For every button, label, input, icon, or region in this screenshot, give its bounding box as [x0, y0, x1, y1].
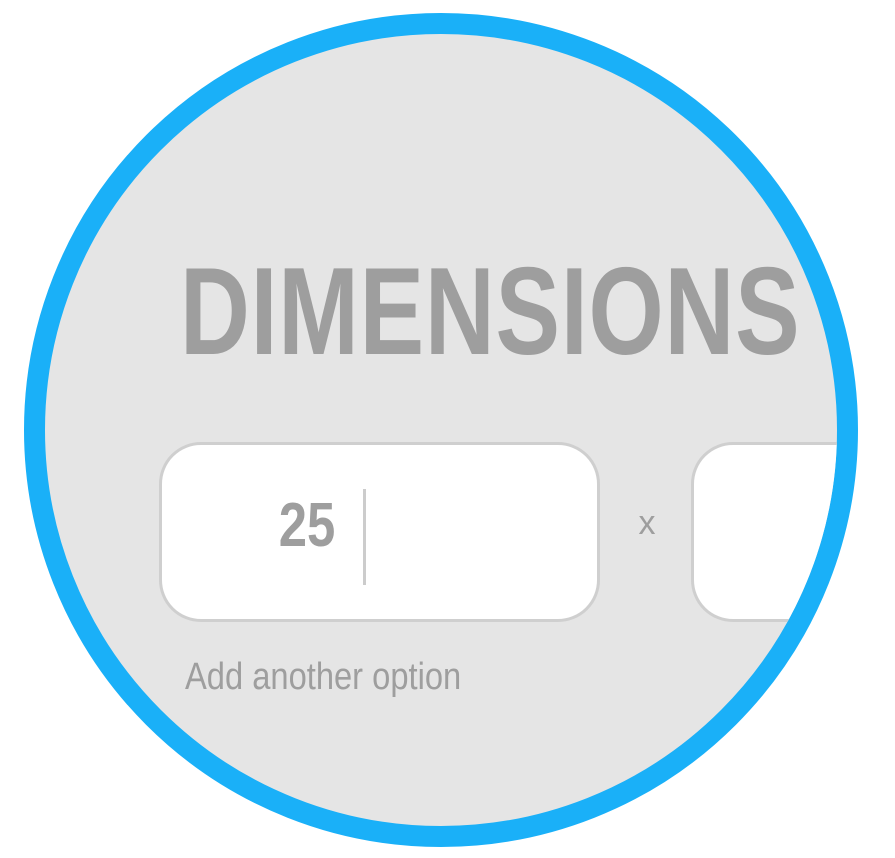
- text-cursor: [363, 489, 366, 585]
- add-another-option-link[interactable]: Add another option: [185, 658, 461, 696]
- height-field[interactable]: [691, 442, 837, 622]
- magnifier-lens: DIMENSIONS 25 x Add another option: [24, 13, 858, 847]
- section-title: DIMENSIONS: [180, 243, 801, 381]
- width-value: 25: [278, 491, 336, 560]
- dimensions-panel: DIMENSIONS 25 x Add another option: [45, 34, 837, 826]
- width-field[interactable]: 25: [159, 442, 600, 622]
- times-separator: x: [638, 504, 656, 542]
